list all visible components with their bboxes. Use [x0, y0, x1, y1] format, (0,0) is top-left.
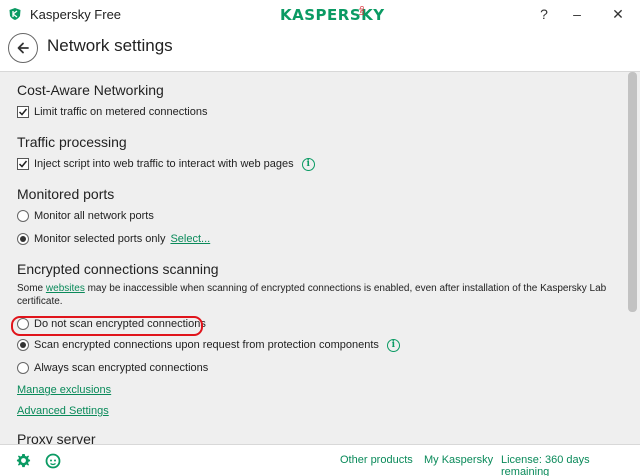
checkbox-box[interactable] — [17, 158, 29, 170]
radio-button[interactable] — [17, 210, 29, 222]
back-arrow-icon — [17, 42, 29, 54]
info-icon[interactable]: i — [386, 338, 400, 352]
red-highlight-annotation — [11, 316, 203, 336]
info-icon[interactable]: i — [301, 157, 315, 171]
monitor-all-ports-label: Monitor all network ports — [34, 210, 154, 222]
checkmark-icon — [18, 160, 28, 168]
monitor-selected-ports-radio[interactable]: Monitor selected ports only Select... — [17, 232, 210, 246]
radio-button[interactable] — [17, 362, 29, 374]
license-status[interactable]: License: 360 days remaining — [501, 454, 640, 476]
inject-script-checkbox[interactable]: Inject script into web traffic to intera… — [17, 157, 315, 171]
section-title-traffic: Traffic processing — [17, 134, 127, 150]
page-title: Network settings — [47, 36, 173, 55]
footer: Other products My Kaspersky License: 360… — [0, 444, 640, 476]
select-ports-link[interactable]: Select... — [170, 233, 210, 245]
page-header: Network settings — [0, 30, 640, 72]
kaspersky-app-icon — [9, 8, 21, 20]
checkmark-icon — [18, 108, 28, 116]
limit-traffic-checkbox[interactable]: Limit traffic on metered connections — [17, 105, 207, 119]
always-scan-label: Always scan encrypted connections — [34, 362, 209, 374]
help-button[interactable]: ? — [530, 2, 558, 26]
kaspersky-logo: KASPERSKY — [280, 6, 385, 24]
inject-script-label: Inject script into web traffic to intera… — [34, 158, 294, 170]
app-title: Kaspersky Free — [30, 7, 122, 22]
other-products-link[interactable]: Other products — [340, 454, 413, 466]
vertical-scrollbar[interactable] — [625, 72, 640, 444]
minimize-button[interactable]: – — [563, 2, 591, 26]
scrollbar-thumb[interactable] — [628, 72, 637, 312]
monitor-all-ports-radio[interactable]: Monitor all network ports — [17, 209, 154, 223]
radio-button-selected[interactable] — [17, 339, 29, 351]
advanced-settings-link[interactable]: Advanced Settings — [17, 405, 109, 417]
checkbox-box[interactable] — [17, 106, 29, 118]
desc-text-post: may be inaccessible when scanning of enc… — [17, 283, 607, 307]
encrypted-description: Some websites may be inaccessible when s… — [17, 282, 617, 308]
desc-text-pre: Some — [17, 283, 46, 294]
gear-icon[interactable] — [16, 453, 31, 468]
support-agent-icon[interactable] — [45, 453, 61, 469]
always-scan-radio[interactable]: Always scan encrypted connections — [17, 361, 208, 375]
monitor-selected-ports-label: Monitor selected ports only — [34, 233, 166, 245]
manage-exclusions-link[interactable]: Manage exclusions — [17, 384, 111, 396]
section-title-ports: Monitored ports — [17, 186, 115, 202]
close-button[interactable]: ✕ — [604, 2, 632, 26]
websites-link[interactable]: websites — [46, 283, 85, 294]
scan-on-request-label: Scan encrypted connections upon request … — [34, 339, 379, 351]
my-kaspersky-link[interactable]: My Kaspersky — [424, 454, 493, 466]
section-title-encrypted: Encrypted connections scanning — [17, 261, 219, 277]
scan-on-request-radio[interactable]: Scan encrypted connections upon request … — [17, 338, 400, 352]
section-title-cost-aware: Cost-Aware Networking — [17, 82, 164, 98]
radio-button-selected[interactable] — [17, 233, 29, 245]
title-bar: Kaspersky Free KASPERSKY lab ? – ✕ — [0, 0, 640, 30]
limit-traffic-label: Limit traffic on metered connections — [34, 106, 208, 118]
section-title-proxy: Proxy server — [17, 431, 96, 444]
settings-content: Cost-Aware Networking Limit traffic on m… — [0, 72, 625, 444]
back-button[interactable] — [8, 33, 38, 63]
kaspersky-logo-lab: lab — [359, 6, 366, 16]
